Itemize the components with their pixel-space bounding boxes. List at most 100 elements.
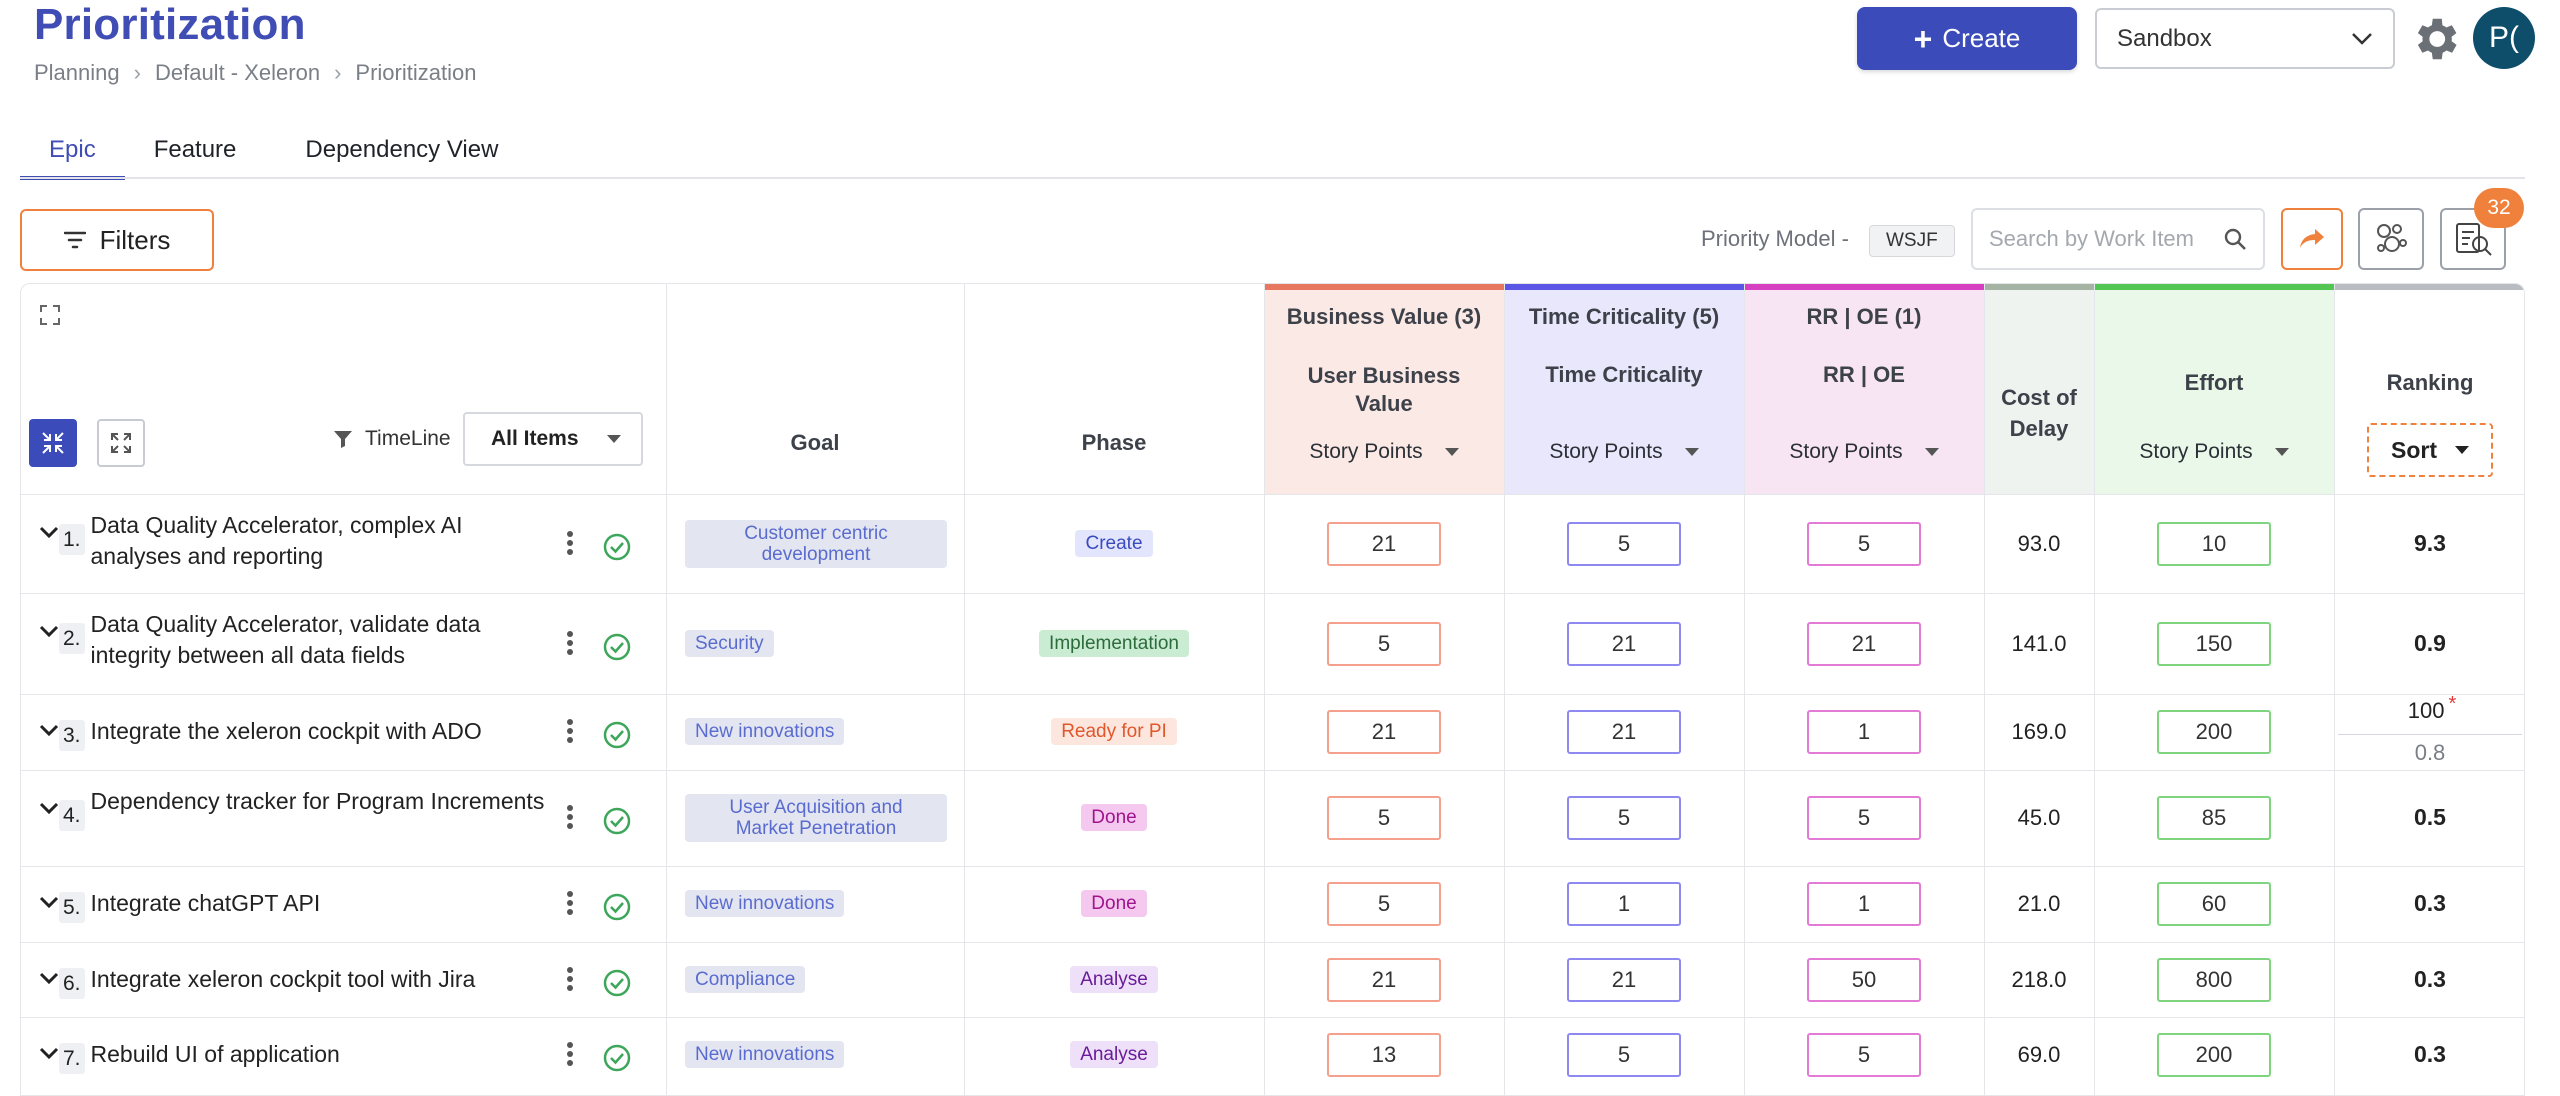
work-item-title[interactable]: 5. Integrate chatGPT API xyxy=(59,888,549,923)
rr-oe-input[interactable]: 21 xyxy=(1807,621,1921,666)
business-value-input[interactable]: 21 xyxy=(1327,957,1441,1002)
rr-oe-input[interactable]: 5 xyxy=(1807,521,1921,566)
work-item-title-text: Integrate chatGPT API xyxy=(90,890,321,916)
tc-unit-select[interactable]: Story Points xyxy=(1504,440,1744,464)
rr-unit-select[interactable]: Story Points xyxy=(1744,440,1984,464)
check-circle-icon xyxy=(603,721,631,749)
breadcrumb-separator-icon: › xyxy=(334,60,342,85)
collapse-all-button[interactable] xyxy=(29,419,77,467)
kebab-menu-icon[interactable] xyxy=(565,630,575,656)
kebab-menu-icon[interactable] xyxy=(565,966,575,992)
effort-input[interactable]: 200 xyxy=(2157,710,2271,754)
search-input[interactable] xyxy=(1989,226,2215,252)
rr-oe-input[interactable]: 1 xyxy=(1807,710,1921,754)
time-criticality-input[interactable]: 21 xyxy=(1567,957,1681,1002)
work-item-title[interactable]: 7. Rebuild UI of application xyxy=(59,1039,549,1074)
time-criticality-input[interactable]: 21 xyxy=(1567,621,1681,666)
chevron-down-icon[interactable] xyxy=(37,796,61,820)
filters-label: Filters xyxy=(99,224,171,255)
expand-icon xyxy=(111,433,131,453)
effort-input[interactable]: 60 xyxy=(2157,882,2271,926)
kebab-menu-icon[interactable] xyxy=(565,718,575,744)
rr-oe-input[interactable]: 5 xyxy=(1807,1033,1921,1077)
business-value-input[interactable]: 21 xyxy=(1327,521,1441,566)
rr-oe-input[interactable]: 5 xyxy=(1807,796,1921,840)
effort-input[interactable]: 85 xyxy=(2157,796,2271,840)
work-item-search xyxy=(1971,208,2265,270)
kebab-menu-icon[interactable] xyxy=(565,1041,575,1067)
phase-cell: Done xyxy=(964,890,1264,917)
effort-unit-select[interactable]: Story Points xyxy=(2094,440,2334,464)
column-divider xyxy=(964,284,965,1095)
caret-down-icon xyxy=(2455,446,2469,454)
cost-of-delay-value: 218.0 xyxy=(2011,966,2067,992)
ranking-label: Ranking xyxy=(2386,370,2474,395)
bubble-chart-button[interactable] xyxy=(2358,208,2424,270)
effort-input[interactable]: 10 xyxy=(2157,521,2271,566)
effort-input[interactable]: 200 xyxy=(2157,1033,2271,1077)
tab-dependency-view[interactable]: Dependency View xyxy=(265,118,527,180)
work-item-title-text: Rebuild UI of application xyxy=(90,1041,340,1067)
avatar[interactable]: P( xyxy=(2473,7,2535,69)
time-criticality-input[interactable]: 1 xyxy=(1567,882,1681,926)
gear-icon[interactable] xyxy=(2408,12,2462,66)
cost-of-delay-value: 21.0 xyxy=(2017,891,2061,916)
time-criticality-input[interactable]: 21 xyxy=(1567,710,1681,754)
work-item-title[interactable]: 3. Integrate the xeleron cockpit with ADO xyxy=(59,716,549,751)
time-criticality-input[interactable]: 5 xyxy=(1567,1033,1681,1077)
fullscreen-icon[interactable] xyxy=(39,304,61,326)
create-button-label: Create xyxy=(1942,23,2021,53)
chevron-down-icon[interactable] xyxy=(37,718,61,742)
kebab-menu-icon[interactable] xyxy=(565,804,575,830)
sort-button[interactable]: Sort xyxy=(2367,423,2493,477)
time-criticality-input[interactable]: 5 xyxy=(1567,796,1681,840)
share-button[interactable] xyxy=(2281,208,2343,270)
check-circle-icon xyxy=(603,1044,631,1072)
rr-oe-input[interactable]: 50 xyxy=(1807,957,1921,1002)
kebab-menu-icon[interactable] xyxy=(565,530,575,556)
business-value-input[interactable]: 5 xyxy=(1327,882,1441,926)
work-item-title[interactable]: 2. Data Quality Accelerator, validate dat… xyxy=(59,609,549,671)
column-divider xyxy=(666,284,667,1095)
chevron-down-icon[interactable] xyxy=(37,890,61,914)
work-item-title-text: Dependency tracker for Program Increment… xyxy=(90,788,545,814)
cost-of-delay-value: 45.0 xyxy=(2017,805,2061,830)
timeline-select[interactable]: All Items xyxy=(463,412,643,466)
cost-of-delay-value: 69.0 xyxy=(2017,1042,2061,1067)
effort-input[interactable]: 800 xyxy=(2157,957,2271,1002)
page-title: Prioritization xyxy=(34,0,306,49)
tab-feature[interactable]: Feature xyxy=(125,118,266,180)
goal-tag: User Acquisition and Market Penetration xyxy=(685,794,947,842)
chevron-down-icon[interactable] xyxy=(37,1041,61,1065)
search-icon[interactable] xyxy=(2223,226,2247,252)
time-criticality-input[interactable]: 5 xyxy=(1567,521,1681,566)
column-divider xyxy=(1504,284,1505,1095)
chevron-down-icon[interactable] xyxy=(37,619,61,643)
phase-tag: Ready for PI xyxy=(1051,718,1177,745)
ranking-override-value[interactable]: 100 * xyxy=(2334,693,2524,724)
expand-all-button[interactable] xyxy=(97,419,145,467)
ranking-value: 0.8 xyxy=(2414,740,2446,765)
filters-button[interactable]: Filters xyxy=(20,209,214,271)
create-button[interactable]: + Create xyxy=(1857,7,2077,70)
breadcrumb-planning[interactable]: Planning xyxy=(34,60,120,86)
rr-oe-label: RR | OE xyxy=(1823,362,1905,387)
business-value-input[interactable]: 5 xyxy=(1327,796,1441,840)
rr-oe-input[interactable]: 1 xyxy=(1807,882,1921,926)
work-item-title[interactable]: 6. Integrate xeleron cockpit tool with Ji… xyxy=(59,964,549,999)
chevron-down-icon[interactable] xyxy=(37,520,61,544)
effort-input[interactable]: 150 xyxy=(2157,621,2271,666)
work-item-title[interactable]: 4. Dependency tracker for Program Increme… xyxy=(59,786,549,831)
business-value-input[interactable]: 13 xyxy=(1327,1033,1441,1077)
breadcrumb-default-xeleron[interactable]: Default - Xeleron xyxy=(155,60,320,86)
work-item-title[interactable]: 1. Data Quality Accelerator, complex AI a… xyxy=(59,510,549,572)
chevron-down-icon[interactable] xyxy=(37,966,61,990)
tab-epic[interactable]: Epic xyxy=(20,118,125,180)
ranking-value: 0.3 xyxy=(2414,965,2446,992)
column-divider xyxy=(1744,284,1745,1095)
kebab-menu-icon[interactable] xyxy=(565,890,575,916)
environment-select[interactable]: Sandbox xyxy=(2095,8,2395,69)
business-value-input[interactable]: 21 xyxy=(1327,710,1441,754)
business-value-input[interactable]: 5 xyxy=(1327,621,1441,666)
bv-unit-select[interactable]: Story Points xyxy=(1264,440,1504,464)
